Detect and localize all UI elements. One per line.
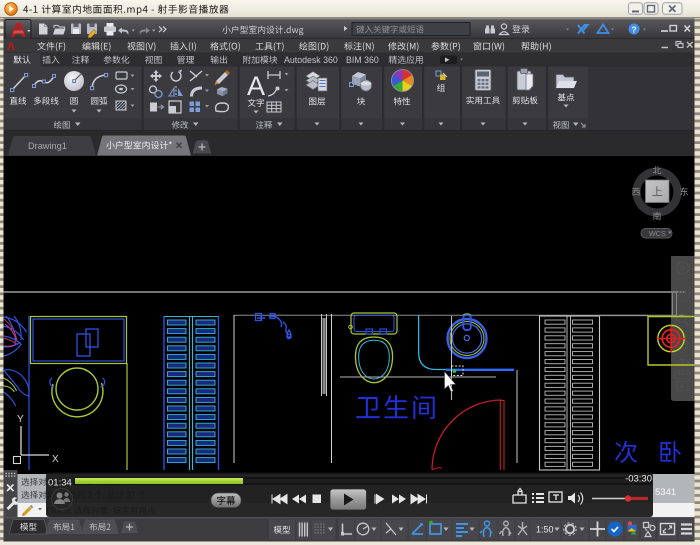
svg-text:?: ? (631, 25, 636, 35)
svg-text:-03:30: -03:30 (625, 474, 652, 485)
svg-text:1:50: 1:50 (536, 525, 554, 535)
svg-text:5341: 5341 (655, 487, 676, 498)
svg-text:Drawing1: Drawing1 (28, 141, 67, 151)
svg-text:01:34: 01:34 (48, 478, 72, 489)
svg-text:A: A (247, 71, 265, 101)
svg-text:BIM 360: BIM 360 (346, 55, 379, 65)
svg-text:X: X (52, 454, 59, 465)
svg-text:WCS: WCS (649, 229, 666, 238)
svg-text:Autodesk 360: Autodesk 360 (284, 55, 338, 65)
svg-text:Y: Y (17, 414, 24, 425)
